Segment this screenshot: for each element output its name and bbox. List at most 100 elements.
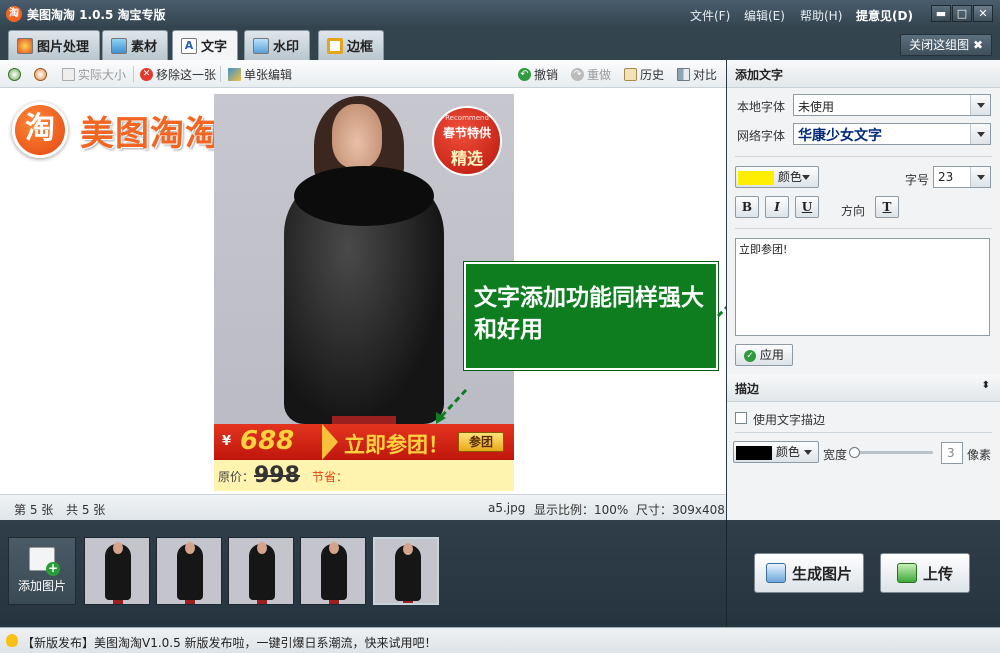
maximize-button[interactable]: □ [952,5,972,22]
thumbnail-1[interactable] [84,537,150,605]
model-head [332,104,382,168]
redo-button[interactable]: ↷ 重做 [571,66,611,82]
zoom-out-icon [34,67,47,81]
price-cta-text[interactable]: 立即参团！ [344,429,449,459]
text-content-input[interactable]: 立即参团! [735,238,990,336]
color-swatch [738,170,774,185]
underline-button[interactable]: U [795,196,819,218]
thumbnail-3[interactable] [228,537,294,605]
redo-label: 重做 [587,67,612,82]
tab-label: 图片处理 [37,40,90,55]
brand-logo-icon: 淘 [12,102,68,158]
close-group-button[interactable]: 关闭这组图 ✖ [900,34,992,56]
stroke-header[interactable]: 描边 ⬍ [727,374,1000,402]
feature-callout: 文字添加功能同样强大和好用 [464,262,718,370]
stroke-width-label: 宽度 [823,448,848,462]
zoom-in-icon [8,67,21,81]
text-panel: 添加文字 本地字体 未使用 网络字体 华康少女文字 颜色 字号 23 B I U… [727,60,1000,520]
stroke-header-label: 描边 [735,382,760,396]
promo-badge-mid: 春节特供 [442,126,491,140]
check-icon: ✓ [744,349,757,362]
menu-help[interactable]: 帮助(H) [800,7,842,24]
upload-label: 上传 [922,564,953,583]
actual-size-button[interactable]: 实际大小 [62,66,126,82]
menu-edit[interactable]: 编辑(E) [744,7,785,24]
tab-image-processing[interactable]: 图片处理 [8,30,101,60]
notice-bar: 【新版发布】美图淘淘V1.0.5 新版发布啦，一键引爆日系潮流，快来试用吧！ [0,627,1000,653]
palette-icon [17,37,33,54]
web-font-select[interactable]: 华康少女文字 [793,123,991,145]
direction-button[interactable]: T [875,196,899,218]
minimize-button[interactable]: ▬ [931,5,951,22]
remove-image-button[interactable]: ✕ 移除这一张 [140,66,216,82]
stroke-width-slider[interactable] [853,451,933,454]
watermark-icon [253,37,269,54]
notice-link[interactable]: 【新版发布】美图淘淘V1.0.5 新版发布啦，一键引爆日系潮流，快来试用吧！ [22,634,437,651]
zoom-in-button[interactable] [8,66,24,82]
image-canvas[interactable]: 淘 美图淘淘 Recommend 春节特供 精选 ¥ 688 立即参团！ 参团 … [0,88,726,494]
stroke-color-picker[interactable]: 颜色 [733,441,819,463]
add-text-header: 添加文字 [727,60,1000,88]
workspace: 实际大小 ✕ 移除这一张 单张编辑 ↶ 撤销 ↷ 重做 历史 对比 淘 美图淘淘… [0,60,726,520]
material-icon [111,37,127,54]
tab-border[interactable]: 边框 [318,30,385,60]
use-stroke-checkbox[interactable] [735,412,747,424]
tab-label: 边框 [347,40,374,55]
thumbnail-4[interactable] [300,537,366,605]
bold-button[interactable]: B [735,196,759,218]
local-font-select[interactable]: 未使用 [793,94,991,116]
redo-icon: ↷ [571,67,584,81]
history-icon [624,67,637,81]
chevron-down-icon [804,450,812,455]
single-edit-icon [228,67,241,81]
close-window-button[interactable]: ✕ [973,5,993,22]
chevron-down-icon [970,95,990,115]
font-size-select[interactable]: 23 [933,166,991,188]
remove-icon: ✕ [140,67,153,81]
undo-button[interactable]: ↶ 撤销 [518,66,558,82]
history-label: 历史 [640,67,665,82]
stroke-width-unit: 像素 [967,448,992,462]
menu-feedback[interactable]: 提意见(D) [856,7,913,24]
stroke-width-input[interactable]: 3 [941,442,963,464]
compare-button[interactable]: 对比 [677,66,717,82]
upload-icon [896,563,917,583]
use-stroke-label: 使用文字描边 [753,413,826,427]
add-image-button[interactable]: 添加图片 [8,537,76,605]
price-arrow-shape [322,424,338,460]
italic-button[interactable]: I [765,196,789,218]
apply-label: 应用 [759,348,784,362]
direction-label: 方向 [841,204,866,218]
toolbar-divider [133,66,134,82]
web-font-label: 网络字体 [737,129,786,143]
toolbar-divider [220,66,221,82]
text-icon: A [181,37,197,54]
stroke-width-slider-handle[interactable] [849,447,860,458]
divider [735,228,992,229]
thumb-figure [177,542,203,604]
upload-button[interactable]: 上传 [880,553,970,593]
menu-file[interactable]: 文件(F) [690,7,730,24]
thumbnail-2[interactable] [156,537,222,605]
thumbnail-5[interactable] [373,537,439,605]
text-color-picker[interactable]: 颜色 [735,166,819,188]
chevron-down-icon [802,175,810,180]
stroke-color-swatch [736,445,772,460]
single-edit-button[interactable]: 单张编辑 [228,66,292,82]
history-button[interactable]: 历史 [624,66,664,82]
add-image-label: 添加图片 [17,579,66,593]
tab-material[interactable]: 素材 [102,30,169,60]
lightbulb-icon [6,634,18,647]
tab-text[interactable]: A 文字 [172,30,239,60]
generate-image-button[interactable]: 生成图片 [754,553,864,593]
zoom-ratio: 显示比例：100% [534,503,629,517]
thumb-figure [105,542,131,604]
image-dimensions: 尺寸：309x408 [636,503,725,517]
savings-label: 节省： [312,470,349,484]
zoom-out-button[interactable] [34,66,50,82]
compare-icon [677,67,690,81]
remove-image-label: 移除这一张 [156,67,217,82]
apply-button[interactable]: ✓ 应用 [735,344,793,366]
compare-label: 对比 [693,67,718,82]
tab-watermark[interactable]: 水印 [244,30,311,60]
